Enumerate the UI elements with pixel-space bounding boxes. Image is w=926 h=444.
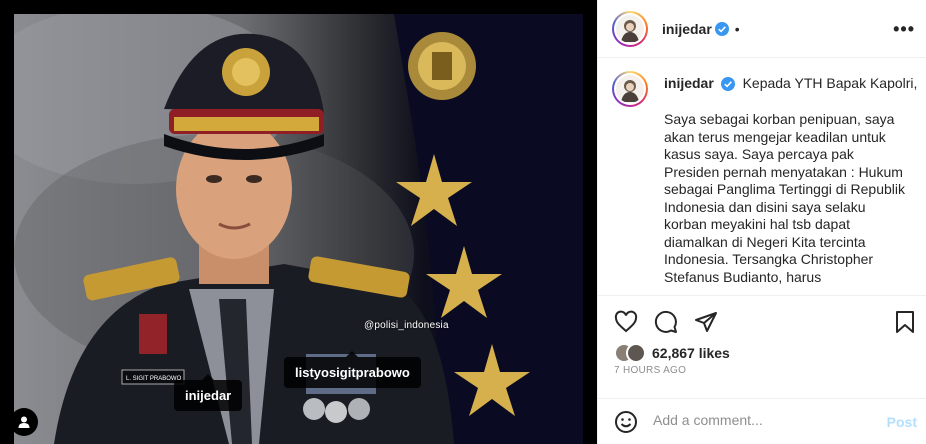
caption-avatar[interactable] bbox=[612, 71, 648, 107]
avatar[interactable] bbox=[612, 10, 648, 47]
comment-button[interactable] bbox=[654, 310, 678, 339]
bookmark-icon bbox=[896, 311, 914, 333]
share-button[interactable] bbox=[694, 310, 718, 339]
post-comment-button[interactable]: Post bbox=[887, 414, 917, 430]
post-media-panel: L. SIGIT PRABOWO @polisi_indonesia listy… bbox=[0, 0, 597, 444]
header-separator: • bbox=[734, 20, 740, 37]
caption-first-line: inijedar Kepada YTH Bapak Kapolri, bbox=[664, 75, 917, 91]
avatar-portrait-icon bbox=[621, 80, 639, 102]
flag-emblem bbox=[408, 32, 476, 100]
more-options-button[interactable]: ••• bbox=[893, 19, 915, 40]
user-tag-listyosigitprabowo[interactable]: listyosigitprabowo bbox=[284, 351, 421, 388]
uniform-nameplate-text: L. SIGIT PRABOWO bbox=[126, 376, 182, 382]
avatar-portrait-icon bbox=[621, 19, 639, 42]
image-watermark: @polisi_indonesia bbox=[364, 320, 449, 331]
emoji-smile-icon bbox=[615, 411, 637, 433]
like-button[interactable] bbox=[614, 310, 638, 339]
save-button[interactable] bbox=[895, 310, 915, 339]
comment-bubble-icon bbox=[654, 310, 677, 333]
user-tag-inijedar[interactable]: inijedar bbox=[174, 374, 243, 411]
paper-plane-icon bbox=[695, 312, 717, 332]
heart-icon bbox=[614, 310, 638, 333]
caption-greeting: Kepada YTH Bapak Kapolri, bbox=[742, 75, 918, 91]
verified-badge-icon bbox=[720, 77, 735, 91]
likes-count[interactable]: 62,867 likes bbox=[652, 345, 730, 361]
caption-username[interactable]: inijedar bbox=[664, 75, 714, 91]
more-horizontal-icon: ••• bbox=[893, 19, 915, 39]
post-timestamp[interactable]: 7 HOURS AGO bbox=[614, 365, 686, 376]
post-actions-bar bbox=[598, 296, 926, 348]
likes-row[interactable]: 62,867 likes bbox=[614, 343, 730, 363]
person-icon bbox=[18, 416, 30, 428]
caption-text: Saya sebagai korban penipuan, saya akan … bbox=[664, 111, 906, 285]
post-side-panel: inijedar • ••• inijedar Kepada YTH Bapak… bbox=[597, 0, 926, 444]
caption-scroll-area[interactable]: inijedar Kepada YTH Bapak Kapolri, Saya … bbox=[598, 59, 926, 296]
comment-input[interactable] bbox=[653, 412, 873, 428]
post-author-username[interactable]: inijedar bbox=[662, 21, 712, 37]
liker-avatar bbox=[626, 343, 646, 363]
comment-bar: Post bbox=[598, 398, 926, 444]
post-header: inijedar • ••• bbox=[598, 0, 926, 58]
show-user-tags-button[interactable] bbox=[10, 408, 38, 436]
emoji-button[interactable] bbox=[614, 410, 638, 439]
verified-badge-icon bbox=[714, 21, 729, 36]
